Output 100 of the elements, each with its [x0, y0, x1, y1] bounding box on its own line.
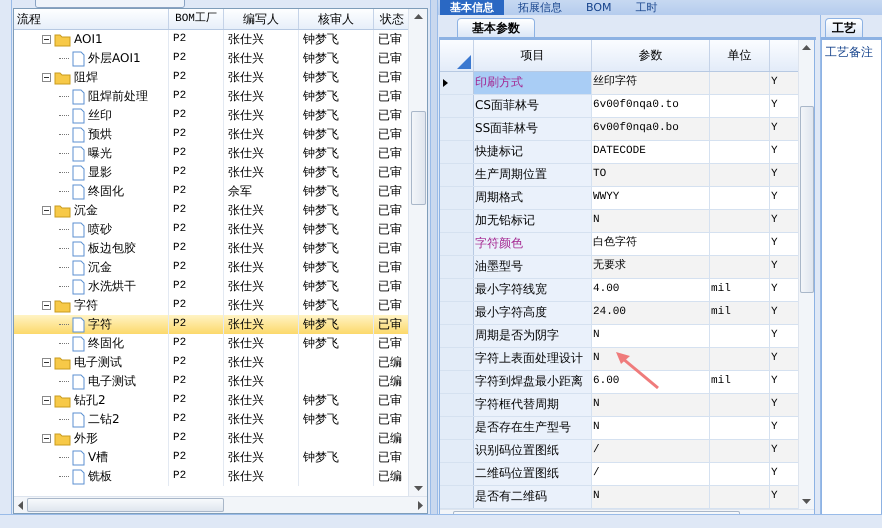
tree-row[interactable]: 显影 P2 张仕兴 钟梦飞 已审: [14, 163, 408, 182]
collapse-icon[interactable]: [42, 73, 51, 82]
collapse-icon[interactable]: [42, 206, 51, 215]
table-cell[interactable]: 字符颜色: [474, 233, 592, 255]
scroll-up-icon[interactable]: [802, 45, 811, 50]
scroll-up-icon[interactable]: [414, 14, 422, 19]
column-header[interactable]: 流程: [14, 9, 169, 29]
table-cell: 张仕兴: [224, 163, 299, 182]
scroll-down-icon[interactable]: [802, 499, 811, 504]
scroll-thumb[interactable]: [800, 106, 814, 293]
column-header[interactable]: 参数: [592, 40, 710, 71]
table-cell: mil: [710, 371, 770, 393]
tree-row[interactable]: 钻孔2 P2 张仕兴 钟梦飞 已审: [14, 391, 408, 410]
table-cell[interactable]: 24.00: [592, 302, 710, 324]
column-header[interactable]: 项目: [474, 40, 592, 71]
table-cell[interactable]: 6v00f0nqa0.bo: [592, 118, 710, 140]
table-cell[interactable]: TO: [592, 164, 710, 186]
tab[interactable]: 拓展信息: [508, 0, 572, 15]
tab[interactable]: 基本参数: [457, 18, 535, 37]
collapse-icon[interactable]: [42, 35, 51, 44]
tree-row[interactable]: 沉金 P2 张仕兴 钟梦飞 已审: [14, 201, 408, 220]
tree-row[interactable]: 外形 P2 张仕兴 已编: [14, 429, 408, 448]
table-cell[interactable]: N: [592, 486, 710, 508]
table-cell[interactable]: WWYY: [592, 187, 710, 209]
tree-row[interactable]: 终固化 P2 张仕兴 钟梦飞 已审: [14, 334, 408, 353]
collapse-icon[interactable]: [42, 358, 51, 367]
table-cell[interactable]: /: [592, 440, 710, 462]
table-cell[interactable]: DATECODE: [592, 141, 710, 163]
table-cell[interactable]: 加无铅标记: [474, 210, 592, 232]
table-cell: 张仕兴: [224, 429, 299, 448]
table-cell[interactable]: N: [592, 417, 710, 439]
table-cell[interactable]: 油墨型号: [474, 256, 592, 278]
table-cell[interactable]: 快捷标记: [474, 141, 592, 163]
tree-row[interactable]: 曝光 P2 张仕兴 钟梦飞 已审: [14, 144, 408, 163]
table-cell[interactable]: 周期格式: [474, 187, 592, 209]
collapse-icon[interactable]: [42, 301, 51, 310]
tab[interactable]: 工时: [626, 0, 668, 15]
vertical-scrollbar[interactable]: [408, 9, 427, 496]
tree-row[interactable]: 电子测试 P2 张仕兴 已编: [14, 372, 408, 391]
table-cell[interactable]: N: [592, 348, 710, 370]
table-cell-text: 已审: [377, 164, 403, 181]
table-cell[interactable]: 字符框代替周期: [474, 394, 592, 416]
scroll-right-icon[interactable]: [418, 500, 423, 510]
scroll-thumb[interactable]: [410, 110, 426, 204]
tree-row[interactable]: 水洗烘干 P2 张仕兴 钟梦飞 已审: [14, 277, 408, 296]
column-header[interactable]: 编写人: [224, 9, 299, 29]
tree-row[interactable]: 沉金 P2 张仕兴 钟梦飞 已审: [14, 258, 408, 277]
tree-row[interactable]: 板边包胶 P2 张仕兴 钟梦飞 已审: [14, 239, 408, 258]
table-cell[interactable]: 6v00f0nqa0.to: [592, 95, 710, 117]
tree-row[interactable]: 字符 P2 张仕兴 钟梦飞 已审: [14, 315, 408, 334]
table-cell[interactable]: 周期是否为阴字: [474, 325, 592, 347]
scroll-down-icon[interactable]: [414, 486, 422, 491]
table-cell[interactable]: 二维码位置图纸: [474, 463, 592, 485]
table-cell[interactable]: 4.00: [592, 279, 710, 301]
tree-row[interactable]: 预烘 P2 张仕兴 钟梦飞 已审: [14, 125, 408, 144]
table-cell[interactable]: 生产周期位置: [474, 164, 592, 186]
table-cell[interactable]: 是否有二维码: [474, 486, 592, 508]
table-cell[interactable]: 印刷方式: [474, 72, 592, 94]
tab[interactable]: BOM: [576, 0, 622, 15]
tree-row[interactable]: 阻焊 P2 张仕兴 钟梦飞 已审: [14, 68, 408, 87]
tree-row[interactable]: 终固化 P2 佘军 钟梦飞 已审: [14, 182, 408, 201]
tab[interactable]: 工艺: [825, 18, 863, 37]
table-cell[interactable]: CS面菲林号: [474, 95, 592, 117]
tree-row[interactable]: 铣板 P2 张仕兴 已编: [14, 467, 408, 486]
table-cell[interactable]: 字符到焊盘最小距离: [474, 371, 592, 393]
tree-row[interactable]: 外层AOI1 P2 张仕兴 钟梦飞 已审: [14, 49, 408, 68]
table-cell[interactable]: 6.00: [592, 371, 710, 393]
table-cell[interactable]: N: [592, 210, 710, 232]
vertical-scrollbar[interactable]: [798, 40, 814, 509]
table-cell[interactable]: 无要求: [592, 256, 710, 278]
table-cell[interactable]: 识别码位置图纸: [474, 440, 592, 462]
table-cell[interactable]: 丝印字符: [592, 72, 710, 94]
table-cell[interactable]: 最小字符线宽: [474, 279, 592, 301]
node-label: 外形: [74, 430, 98, 447]
table-cell[interactable]: 最小字符高度: [474, 302, 592, 324]
scroll-thumb[interactable]: [27, 498, 224, 512]
collapse-icon[interactable]: [42, 396, 51, 405]
table-cell[interactable]: /: [592, 463, 710, 485]
tree-row[interactable]: 阻焊前处理 P2 张仕兴 钟梦飞 已审: [14, 87, 408, 106]
column-header[interactable]: 核审人: [299, 9, 374, 29]
tree-row[interactable]: 喷砂 P2 张仕兴 钟梦飞 已审: [14, 220, 408, 239]
table-cell[interactable]: SS面菲林号: [474, 118, 592, 140]
tree-row[interactable]: 丝印 P2 张仕兴 钟梦飞 已审: [14, 106, 408, 125]
collapse-icon[interactable]: [42, 434, 51, 443]
tree-row[interactable]: 二钻2 P2 张仕兴 钟梦飞 已审: [14, 410, 408, 429]
tree-row[interactable]: 电子测试 P2 张仕兴 已编: [14, 353, 408, 372]
table-cell[interactable]: N: [592, 325, 710, 347]
table-cell[interactable]: N: [592, 394, 710, 416]
row-header[interactable]: [440, 72, 474, 94]
column-header[interactable]: BOM工厂: [169, 9, 224, 29]
tab[interactable]: 基本信息: [440, 0, 504, 15]
table-cell[interactable]: 字符上表面处理设计: [474, 348, 592, 370]
table-cell-text: 已审: [377, 202, 403, 219]
scroll-left-icon[interactable]: [18, 500, 23, 510]
table-cell[interactable]: 是否存在生产型号: [474, 417, 592, 439]
table-cell[interactable]: 白色字符: [592, 233, 710, 255]
tree-row[interactable]: V槽 P2 张仕兴 钟梦飞 已审: [14, 448, 408, 467]
column-header[interactable]: 单位: [710, 40, 770, 71]
horizontal-scrollbar[interactable]: [14, 496, 427, 513]
tree-row[interactable]: AOI1 P2 张仕兴 钟梦飞 已审: [14, 30, 408, 49]
